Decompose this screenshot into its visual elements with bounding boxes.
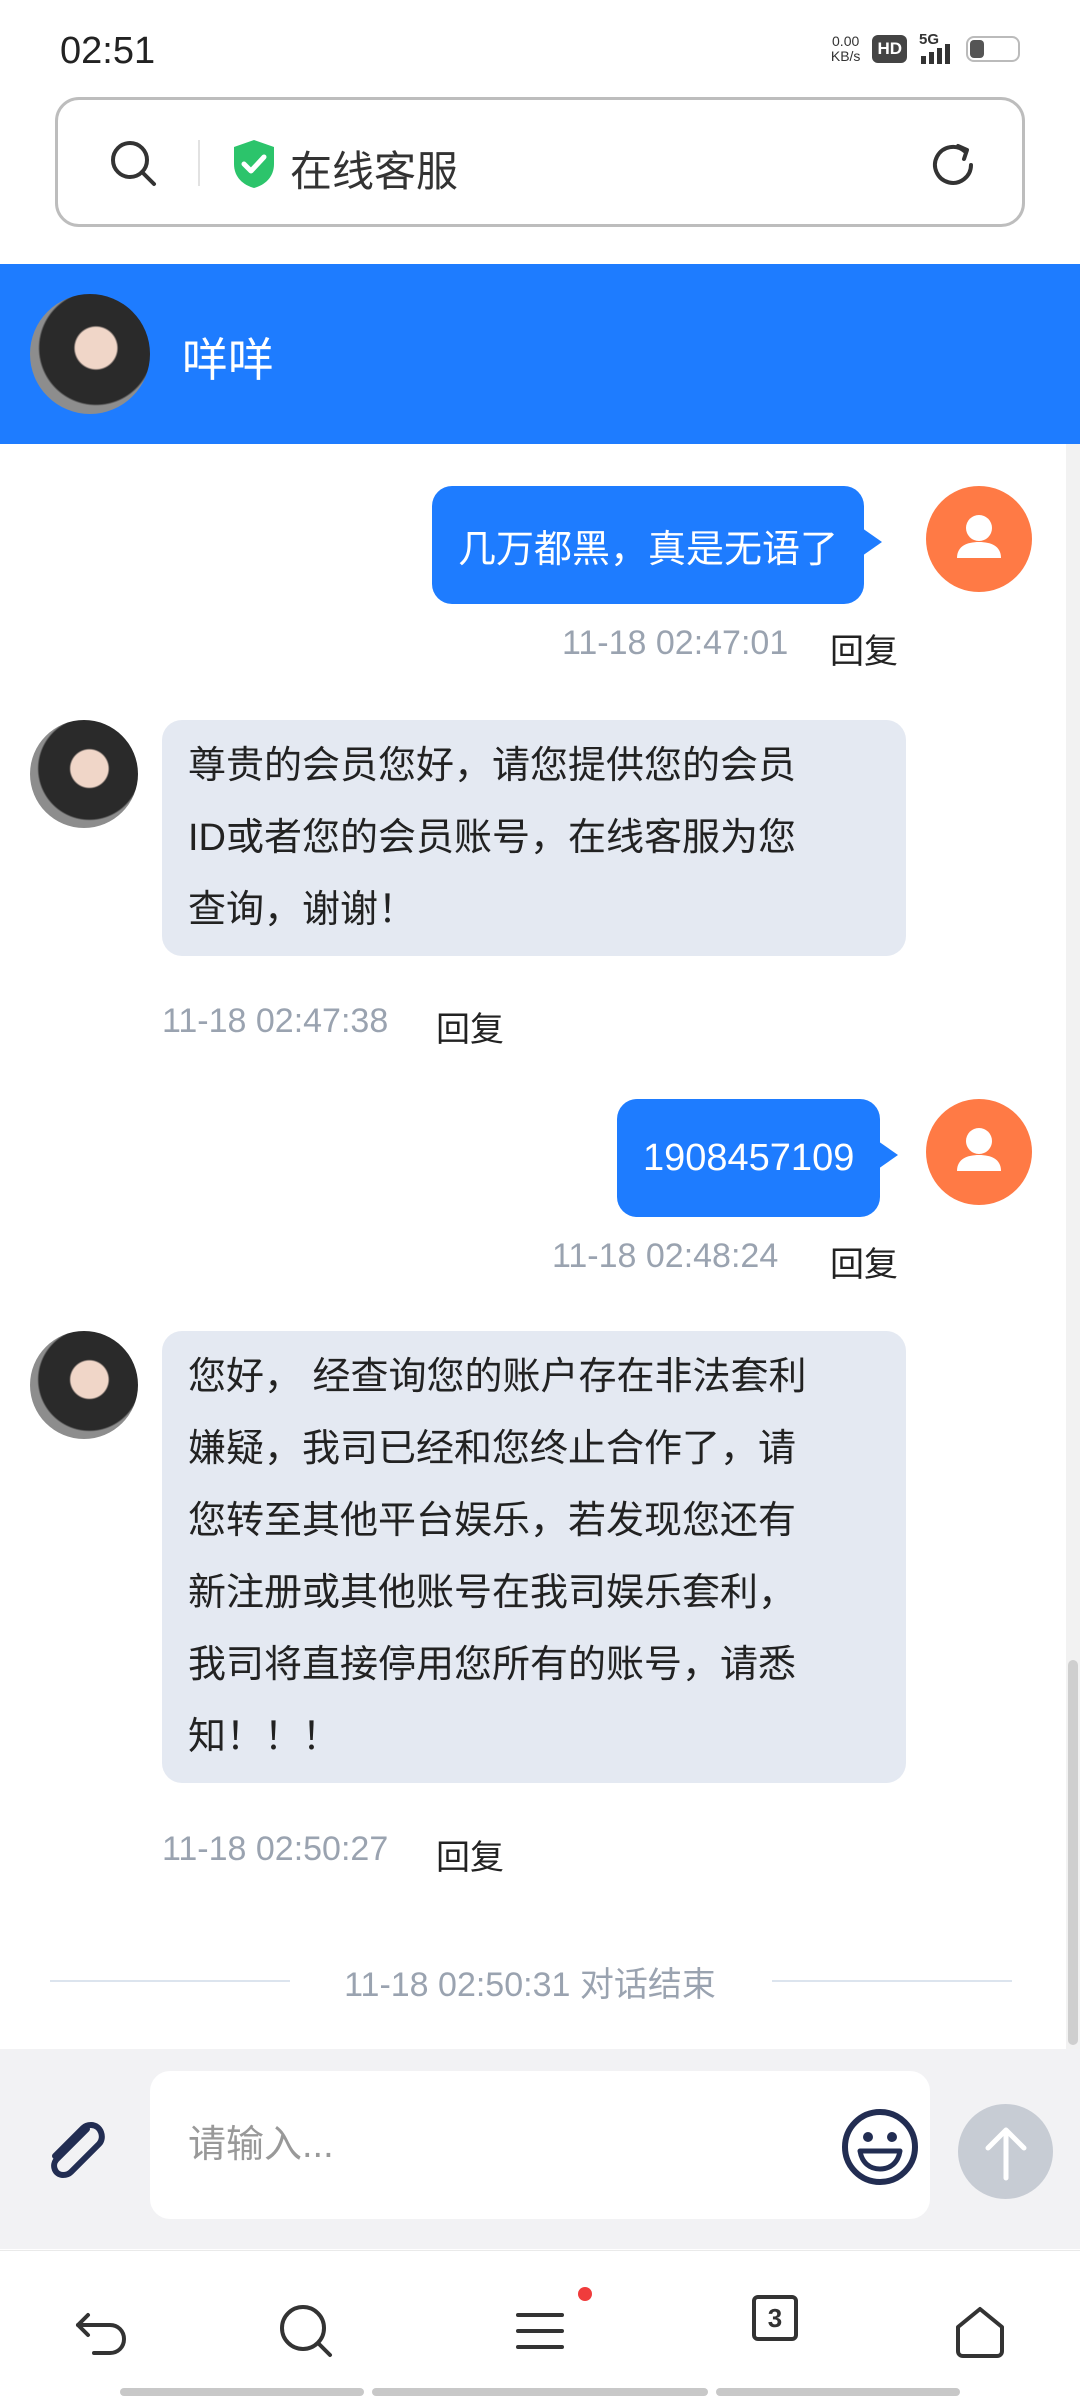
message-line: 您好， 经查询您的账户存在非法套利 <box>188 1356 807 1398</box>
message-timestamp: 11-18 02:47:38 <box>162 1002 389 1040</box>
page-title: 在线客服 <box>290 148 459 195</box>
message-timestamp: 11-18 02:50:27 <box>162 1830 389 1868</box>
agent-avatar <box>30 294 150 414</box>
user-icon <box>957 515 1001 558</box>
input-bar <box>0 2049 1080 2249</box>
reply-button[interactable]: 回复 <box>830 1237 898 1286</box>
emoji-icon[interactable] <box>840 2107 920 2187</box>
status-indicators: 0.00 KB/s HD 5G <box>831 31 1020 64</box>
hd-badge: HD <box>872 35 907 63</box>
notification-dot <box>578 2287 592 2301</box>
gesture-bar <box>716 2388 960 2396</box>
message-line: 我司将直接停用您所有的账号，请悉 <box>188 1644 797 1686</box>
search-icon[interactable] <box>108 138 158 188</box>
search-icon[interactable] <box>276 2301 336 2361</box>
user-icon <box>957 1128 1001 1171</box>
conversation-ended-notice: 11-18 02:50:31 对话结束 <box>344 1966 716 2004</box>
message-line: ID或者您的会员账号，在线客服为您 <box>188 817 797 859</box>
divider <box>198 140 200 186</box>
net-speed: 0.00 KB/s <box>831 34 861 64</box>
message-line: 新注册或其他账号在我司娱乐套利， <box>188 1572 797 1614</box>
reply-button[interactable]: 回复 <box>436 1830 504 1879</box>
status-time: 02:51 <box>60 30 156 72</box>
agent-avatar <box>30 1331 138 1439</box>
send-button[interactable] <box>958 2104 1053 2199</box>
gesture-bar <box>372 2388 708 2396</box>
message-line: 查询，谢谢！ <box>188 889 417 931</box>
message-text: 1908457109 <box>643 1136 855 1179</box>
signal-icon: 5G <box>919 31 950 64</box>
reload-icon[interactable] <box>926 138 980 192</box>
message-line: 您转至其他平台娱乐，若发现您还有 <box>188 1500 797 1542</box>
menu-icon[interactable] <box>510 2301 570 2361</box>
message-input[interactable] <box>150 2071 930 2219</box>
agent-message-bubble: 尊贵的会员您好，请您提供您的会员 ID或者您的会员账号，在线客服为您 查询，谢谢… <box>162 720 906 956</box>
message-list[interactable]: 几万都黑，真是无语了 11-18 02:47:01 回复 尊贵的会员您好，请您提… <box>0 444 1060 2049</box>
home-icon[interactable] <box>950 2301 1010 2361</box>
agent-avatar <box>30 720 138 828</box>
message-line: 嫌疑，我司已经和您终止合作了，请 <box>188 1428 797 1470</box>
scrollbar-thumb[interactable] <box>1068 1660 1078 2045</box>
net-speed-unit: KB/s <box>830 48 861 64</box>
chat-header: 咩咩 <box>0 264 1080 444</box>
address-bar[interactable]: 在线客服 <box>55 97 1025 227</box>
message-line: 尊贵的会员您好，请您提供您的会员 <box>188 745 797 787</box>
net-speed-value: 0.00 <box>832 33 860 49</box>
agent-message-bubble: 您好， 经查询您的账户存在非法套利 嫌疑，我司已经和您终止合作了，请 您转至其他… <box>162 1331 906 1783</box>
gesture-bar <box>120 2388 364 2396</box>
message-timestamp: 11-18 02:48:24 <box>552 1237 779 1275</box>
reply-button[interactable]: 回复 <box>830 624 898 673</box>
battery-icon <box>966 36 1020 62</box>
paperclip-icon[interactable] <box>35 2109 115 2189</box>
shield-check-icon <box>234 140 274 188</box>
reply-button[interactable]: 回复 <box>436 1002 504 1051</box>
network-type: 5G <box>919 31 940 48</box>
browser-nav-bar: 3 <box>0 2250 1080 2400</box>
user-avatar <box>926 1099 1032 1205</box>
message-text: 几万都黑，真是无语了 <box>458 528 839 571</box>
arrow-up-icon <box>985 2127 1027 2181</box>
tabs-button[interactable]: 3 <box>752 2295 798 2341</box>
message-line: 知！！！ <box>188 1716 341 1758</box>
user-message-bubble: 1908457109 <box>617 1099 899 1217</box>
user-avatar <box>926 486 1032 592</box>
message-timestamp: 11-18 02:47:01 <box>562 624 789 662</box>
user-message-bubble: 几万都黑，真是无语了 <box>432 486 883 604</box>
back-icon[interactable] <box>70 2301 130 2361</box>
agent-name: 咩咩 <box>182 334 274 386</box>
status-bar: 02:51 0.00 KB/s HD 5G <box>0 0 1080 95</box>
